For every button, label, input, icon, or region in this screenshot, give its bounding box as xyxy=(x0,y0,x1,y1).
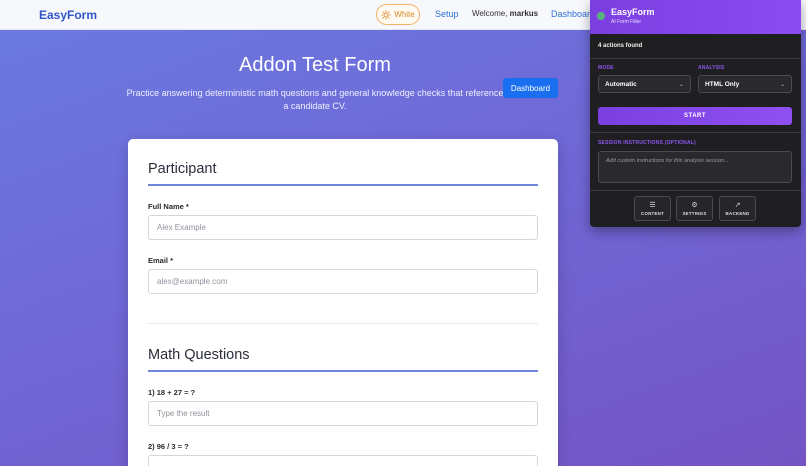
mode-select-value: Automatic xyxy=(605,80,637,88)
extension-header: EasyForm AI Form Filler xyxy=(590,0,801,34)
page-subtitle: Practice answering deterministic math qu… xyxy=(126,88,504,111)
nav-link-dashboard[interactable]: Dashboard xyxy=(551,9,595,19)
extension-subtitle: AI Form Filler xyxy=(611,19,641,25)
nav-link-setup[interactable]: Setup xyxy=(435,9,459,19)
dashboard-button[interactable]: Dashboard xyxy=(503,78,558,98)
math-q2-input[interactable] xyxy=(148,455,538,466)
chevron-down-icon: ⌄ xyxy=(779,81,785,88)
content-button[interactable]: ☰ CONTENT xyxy=(634,196,671,221)
session-instructions-input[interactable] xyxy=(598,151,792,183)
backend-button-label: BACKEND xyxy=(725,210,750,216)
mode-label: MODE xyxy=(598,65,614,71)
analysis-select[interactable]: HTML Only ⌄ xyxy=(698,75,792,93)
extension-title: EasyForm xyxy=(611,7,655,17)
session-instructions-label: SESSION INSTRUCTIONS (OPTIONAL) xyxy=(598,140,696,146)
full-name-input[interactable] xyxy=(148,215,538,240)
gear-icon: ⚙ xyxy=(691,201,698,209)
math-q1-label: 1) 18 + 27 = ? xyxy=(148,388,196,397)
external-link-icon: ↗ xyxy=(734,201,741,209)
analysis-label: ANALYSIS xyxy=(698,65,725,71)
settings-button[interactable]: ⚙ SETTINGS xyxy=(676,196,713,221)
email-label: Email * xyxy=(148,256,174,265)
section-rule xyxy=(148,370,538,372)
section-title-math: Math Questions xyxy=(148,347,250,363)
brand-logo[interactable]: EasyForm xyxy=(39,8,97,22)
start-button[interactable]: START xyxy=(598,107,792,125)
separator xyxy=(590,132,801,133)
section-rule xyxy=(148,184,538,186)
full-name-label: Full Name * xyxy=(148,202,189,211)
actions-found-text: 4 actions found xyxy=(598,43,643,49)
welcome-text: Welcome, markus xyxy=(472,9,538,18)
math-q1-input[interactable] xyxy=(148,401,538,426)
content-button-label: CONTENT xyxy=(640,210,665,216)
form-card: Participant Full Name * Email * Math Que… xyxy=(128,139,558,466)
chevron-down-icon: ⌄ xyxy=(678,81,684,88)
section-title-participant: Participant xyxy=(148,161,217,177)
theme-toggle-label: White xyxy=(394,10,415,19)
theme-toggle-button[interactable]: White xyxy=(376,4,420,25)
username: markus xyxy=(509,9,539,18)
section-divider xyxy=(148,323,538,324)
sun-icon xyxy=(381,9,392,20)
welcome-prefix: Welcome, xyxy=(472,9,508,18)
settings-button-label: SETTINGS xyxy=(682,210,707,216)
mode-select[interactable]: Automatic ⌄ xyxy=(598,75,691,93)
analysis-select-value: HTML Only xyxy=(705,80,740,88)
extension-panel: EasyForm AI Form Filler 4 actions found … xyxy=(590,0,801,227)
email-input[interactable] xyxy=(148,269,538,294)
backend-button[interactable]: ↗ BACKEND xyxy=(719,196,756,221)
hamburger-icon: ☰ xyxy=(649,201,656,209)
separator xyxy=(590,190,801,191)
page-title: Addon Test Form xyxy=(239,54,391,76)
status-indicator xyxy=(597,12,605,20)
math-q2-label: 2) 96 / 3 = ? xyxy=(148,442,189,451)
separator xyxy=(590,58,801,59)
